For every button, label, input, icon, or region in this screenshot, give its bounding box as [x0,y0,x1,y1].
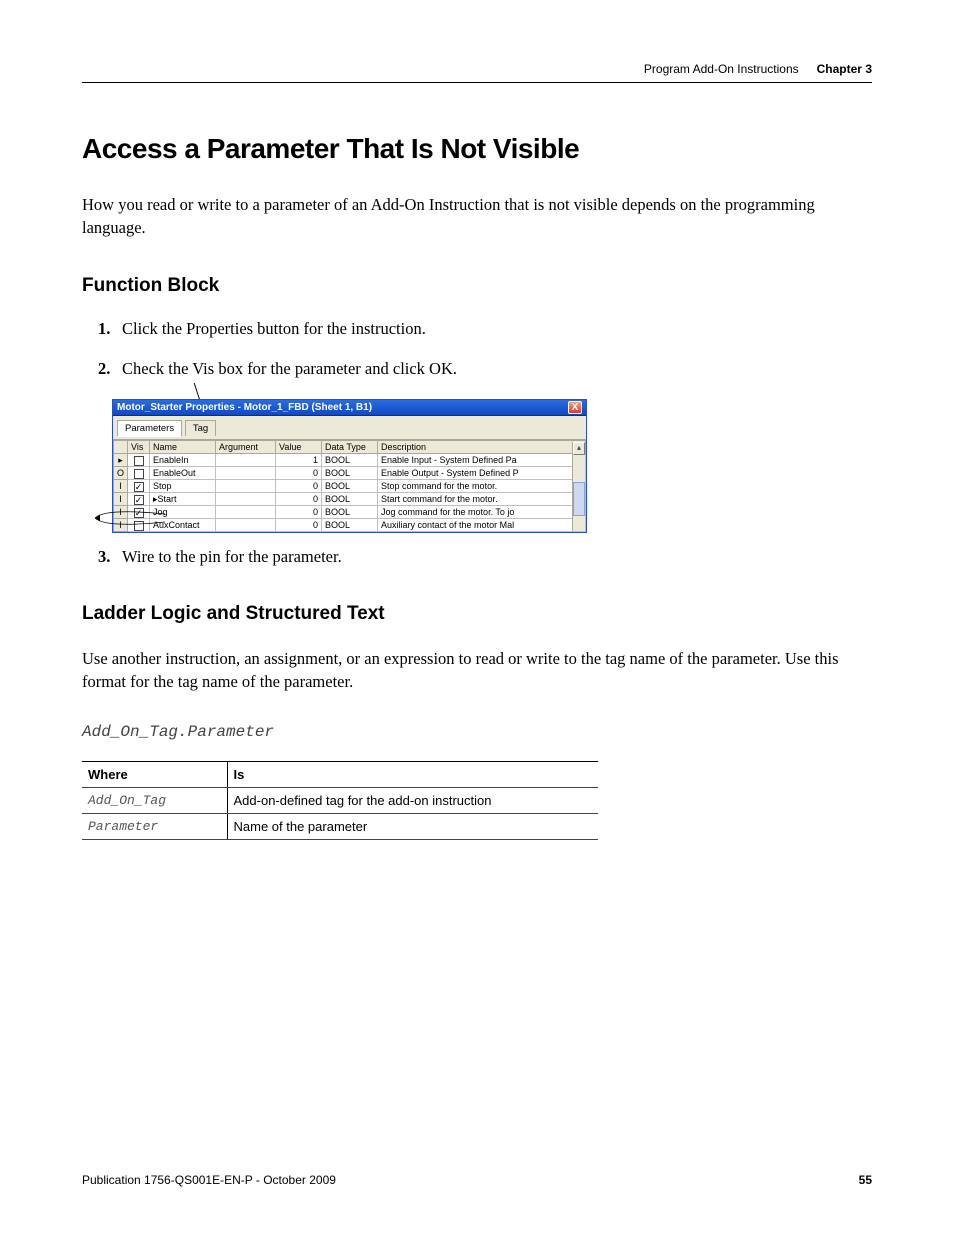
cell-datatype: BOOL [322,467,378,480]
parameters-grid[interactable]: Vis Name Argument Value Data Type Descri… [113,440,586,532]
cell-value: 0 [276,519,322,532]
cell-argument [216,519,276,532]
scroll-thumb[interactable] [573,482,585,516]
where-is-table: Where Is Add_On_Tag Add-on-defined tag f… [82,761,598,840]
callout-arrow [95,510,113,522]
cell-datatype: BOOL [322,506,378,519]
cell-description: Enable Input - System Defined Pa [378,454,586,467]
col-is: Is [227,762,598,788]
header-chapter: Chapter 3 [817,62,872,76]
grid-row[interactable]: I ✓ Stop 0BOOLStop command for the motor. [114,480,586,493]
cell-name: EnableOut [150,467,216,480]
cell-argument [216,506,276,519]
row-header: O [114,467,128,480]
scroll-up-button[interactable]: ▴ [573,442,585,455]
section-function-block: Function Block [82,275,872,297]
grid-row[interactable]: IAuxContact0BOOLAuxiliary contact of the… [114,519,586,532]
dialog-title: Motor_Starter Properties - Motor_1_FBD (… [117,402,372,413]
col-where: Where [82,762,227,788]
intro-paragraph: How you read or write to a parameter of … [82,193,872,239]
row-header: I [114,480,128,493]
cell-description: Auxiliary contact of the motor Mal [378,519,586,532]
page-header: Program Add-On Instructions Chapter 3 [82,62,872,83]
cell-name: Jog [150,506,216,519]
step-1: 1.Click the Properties button for the in… [98,319,872,339]
tab-tag[interactable]: Tag [185,420,216,436]
col-vis: Vis [128,441,150,454]
step-3: 3.Wire to the pin for the parameter. [98,547,872,567]
page-number: 55 [859,1173,872,1187]
cell-name: AuxContact [150,519,216,532]
cell-description: Jog command for the motor. To jo [378,506,586,519]
col-value: Value [276,441,322,454]
cell-value: 0 [276,480,322,493]
cell-name: EnableIn [150,454,216,467]
step-2: 2.Check the Vis box for the parameter an… [98,359,872,379]
section-ladder-logic: Ladder Logic and Structured Text [82,603,872,625]
grid-row[interactable]: O EnableOut 0BOOLEnable Output - System De… [114,467,586,480]
steps-list-cont: 3.Wire to the pin for the parameter. [98,547,872,567]
col-datatype: Data Type [322,441,378,454]
cell-name: ▸Start [150,493,216,506]
cell-argument [216,493,276,506]
dialog-screenshot: Motor_Starter Properties - Motor_1_FBD (… [112,399,587,533]
page-title: Access a Parameter That Is Not Visible [82,133,872,165]
code-format: Add_On_Tag.Parameter [82,723,872,741]
vis-checkbox[interactable]: ✓ [134,482,144,492]
titlebar: Motor_Starter Properties - Motor_1_FBD (… [113,400,586,416]
grid-row[interactable]: I✓Jog0BOOLJog command for the motor. To … [114,506,586,519]
steps-list: 1.Click the Properties button for the in… [98,319,872,379]
vis-checkbox[interactable]: ✓ [134,495,144,505]
vertical-scrollbar[interactable]: ▴ [572,442,585,531]
vis-checkbox[interactable] [134,469,144,479]
cell-name: Stop [150,480,216,493]
col-name: Name [150,441,216,454]
cell-argument [216,467,276,480]
cell-argument [216,480,276,493]
cell-value: 0 [276,467,322,480]
grid-header-row: Vis Name Argument Value Data Type Descri… [114,441,586,454]
cell-datatype: BOOL [322,493,378,506]
page-footer: Publication 1756-QS001E-EN-P - October 2… [82,1173,872,1187]
col-description: Description [378,441,586,454]
row-header: ▸ [114,454,128,467]
ladder-paragraph: Use another instruction, an assignment, … [82,647,872,693]
cell-value: 0 [276,506,322,519]
grid-row[interactable]: ▸ EnableIn 1BOOLEnable Input - System Defi… [114,454,586,467]
vis-checkbox[interactable] [134,456,144,466]
cell-description: Stop command for the motor. [378,480,586,493]
close-button[interactable]: X [568,401,582,414]
cell-datatype: BOOL [322,454,378,467]
table-row: Add_On_Tag Add-on-defined tag for the ad… [82,788,598,814]
cell-datatype: BOOL [322,519,378,532]
grid-row[interactable]: I ✓ ▸Start 0BOOLStart command for the motor… [114,493,586,506]
cell-datatype: BOOL [322,480,378,493]
cell-value: 0 [276,493,322,506]
tabs-row: Parameters Tag [113,416,586,440]
cell-description: Enable Output - System Defined P [378,467,586,480]
cell-value: 1 [276,454,322,467]
col-argument: Argument [216,441,276,454]
cell-argument [216,454,276,467]
row-header: I [114,493,128,506]
vis-checkbox[interactable] [134,521,144,531]
tab-parameters[interactable]: Parameters [117,420,182,437]
table-row: Parameter Name of the parameter [82,814,598,840]
header-section: Program Add-On Instructions [644,62,799,76]
cell-description: Start command for the motor. [378,493,586,506]
properties-dialog: Motor_Starter Properties - Motor_1_FBD (… [112,399,587,533]
publication-info: Publication 1756-QS001E-EN-P - October 2… [82,1173,336,1187]
